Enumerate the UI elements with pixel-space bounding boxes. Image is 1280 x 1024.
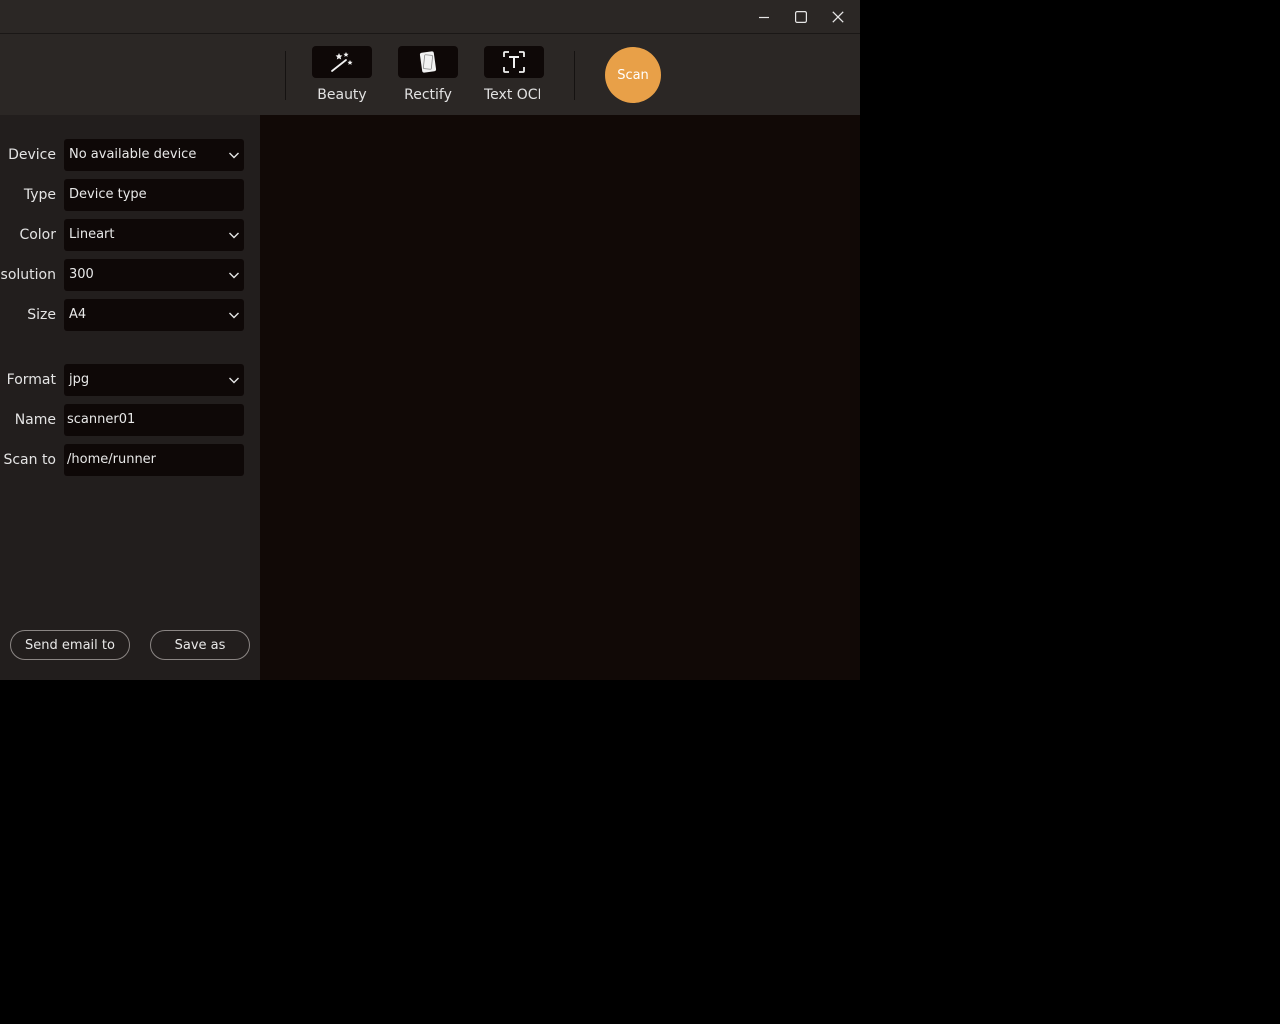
title-bar <box>0 0 860 34</box>
rectify-tool[interactable]: Rectify <box>398 46 458 103</box>
name-input[interactable]: scanner01 <box>64 404 244 436</box>
beauty-tool[interactable]: Beauty <box>312 46 372 103</box>
text-ocr-icon <box>503 51 525 73</box>
settings-sidebar: Device No available device Type Device t… <box>0 115 260 680</box>
text-ocr-button[interactable] <box>484 46 544 78</box>
type-row: Type Device type <box>0 179 260 211</box>
color-select[interactable]: Lineart <box>64 219 244 251</box>
toolbar-divider <box>574 51 575 100</box>
minimize-button[interactable] <box>746 0 782 33</box>
format-label: Format <box>6 372 56 388</box>
close-icon <box>832 10 844 23</box>
device-type-field: Device type <box>64 179 244 211</box>
color-label: Color <box>19 227 56 243</box>
color-row: Color Lineart <box>0 219 260 251</box>
format-value: jpg <box>69 372 90 387</box>
magic-wand-icon <box>331 52 353 72</box>
name-label: Name <box>14 412 56 428</box>
scan-preview-area <box>260 115 860 680</box>
resolution-value: 300 <box>69 267 94 282</box>
size-value: A4 <box>69 307 87 322</box>
size-label: Size <box>27 307 56 323</box>
resolution-label: Resolution <box>0 267 56 283</box>
device-row: Device No available device <box>0 139 260 171</box>
size-row: Size A4 <box>0 299 260 331</box>
close-button[interactable] <box>820 0 856 33</box>
maximize-icon <box>795 10 807 23</box>
type-label: Type <box>23 187 56 203</box>
chevron-down-icon <box>229 377 239 384</box>
toolbar-divider <box>285 51 286 100</box>
maximize-button[interactable] <box>783 0 819 33</box>
chevron-down-icon <box>229 312 239 319</box>
minimize-icon <box>759 16 769 18</box>
rectify-button[interactable] <box>398 46 458 78</box>
color-value: Lineart <box>69 227 115 242</box>
scan-to-label: Scan to <box>3 452 56 468</box>
text-ocr-label: Text OCR <box>484 87 540 103</box>
format-row: Format jpg <box>0 364 260 396</box>
resolution-select[interactable]: 300 <box>64 259 244 291</box>
rectify-label: Rectify <box>404 87 452 103</box>
save-as-button[interactable]: Save as <box>150 630 250 660</box>
scan-button[interactable]: Scan <box>605 47 661 103</box>
beauty-button[interactable] <box>312 46 372 78</box>
device-label: Device <box>8 147 56 163</box>
format-select[interactable]: jpg <box>64 364 244 396</box>
rectify-icon <box>419 51 437 73</box>
resolution-row: Resolution 300 <box>0 259 260 291</box>
chevron-down-icon <box>229 272 239 279</box>
scan-to-row: Scan to /home/runner <box>0 444 260 476</box>
chevron-down-icon <box>229 232 239 239</box>
scanner-window: Beauty Rectify Text OCR Scan Device No a… <box>0 0 860 680</box>
size-select[interactable]: A4 <box>64 299 244 331</box>
name-row: Name scanner01 <box>0 404 260 436</box>
chevron-down-icon <box>229 152 239 159</box>
text-ocr-tool[interactable]: Text OCR <box>484 46 544 103</box>
device-value: No available device <box>69 147 197 162</box>
send-email-button[interactable]: Send email to <box>10 630 130 660</box>
device-select[interactable]: No available device <box>64 139 244 171</box>
beauty-label: Beauty <box>317 87 367 103</box>
scan-to-input[interactable]: /home/runner <box>64 444 244 476</box>
